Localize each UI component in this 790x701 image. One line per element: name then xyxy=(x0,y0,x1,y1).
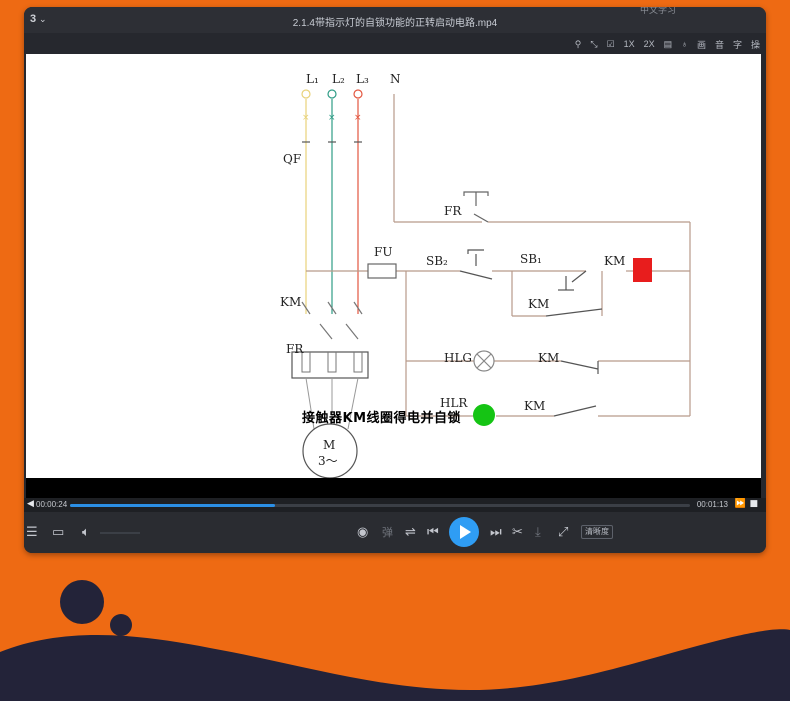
current-time: 00:00:24 xyxy=(36,500,68,509)
play-small-icon[interactable]: ◀ xyxy=(27,499,34,509)
svg-text:×: × xyxy=(328,113,336,123)
volume-icon[interactable]: 🔈︎ xyxy=(82,526,90,539)
download-icon[interactable]: ⤓ xyxy=(535,526,541,539)
prev-icon[interactable]: ⏮︎ xyxy=(427,526,439,539)
label-fr-contact: FR xyxy=(444,204,462,218)
label-l2: L₂ xyxy=(332,72,345,86)
km-coil xyxy=(633,258,652,282)
label-km-main: KM xyxy=(280,295,302,309)
audio-button[interactable]: 音 xyxy=(715,38,724,51)
subtitle-button[interactable]: 字 xyxy=(733,38,742,51)
svg-text:×: × xyxy=(354,113,362,123)
label-l3: L₃ xyxy=(356,72,369,86)
danmaku-button[interactable]: 弹 xyxy=(382,526,393,539)
total-time: 00:01:13 xyxy=(696,500,728,509)
operate-button[interactable]: 操 xyxy=(751,38,760,51)
watermark-text: 中文学习 xyxy=(639,7,676,16)
stop-icon[interactable]: ■ xyxy=(749,499,758,509)
progress-row: ◀ 00:00:24 00:01:13 ⏩ ■ xyxy=(24,498,766,512)
label-l1: L₁ xyxy=(306,72,319,86)
video-subtitle: 接触器KM线圈得电并自锁 xyxy=(302,411,462,426)
svg-text:×: × xyxy=(302,113,310,123)
label-fu: FU xyxy=(374,245,393,259)
quality-button[interactable]: 清晰度 xyxy=(581,525,613,539)
mini-window-icon[interactable]: ▤ xyxy=(664,39,673,50)
next-icon[interactable]: ⏭︎ xyxy=(490,526,502,539)
video-frame[interactable]: × × × L₁ L₂ L₃ N QF FR FU SB₂ SB₁ KM KM … xyxy=(26,54,761,478)
play-button[interactable] xyxy=(449,517,479,547)
label-hlg: HLG xyxy=(444,351,473,365)
eye-icon[interactable]: ◉ xyxy=(357,526,368,539)
fullscreen-icon[interactable]: ⤡ xyxy=(590,39,597,50)
label-qf: QF xyxy=(283,152,302,166)
fast-forward-icon[interactable]: ⏩ xyxy=(735,499,746,509)
label-km-hlg: KM xyxy=(538,351,560,365)
label-km-hlr: KM xyxy=(524,399,546,413)
progress-fill xyxy=(70,504,275,507)
label-km-self: KM xyxy=(528,297,550,311)
speed-2x-button[interactable]: 2X xyxy=(644,39,655,49)
video-player-window: 3 ⌄ 2.1.4带指示灯的自锁功能的正转启动电路.mp4 中文学习 ⚲ ⤡ ☑… xyxy=(24,7,766,553)
playlist-icon[interactable]: ☰ xyxy=(26,526,38,539)
expand-icon[interactable]: ⤢ xyxy=(558,526,568,539)
window-title: 2.1.4带指示灯的自锁功能的正转启动电路.mp4 xyxy=(292,18,498,29)
label-motor-phase: 3～ xyxy=(318,454,338,468)
top-toolbar: ⚲ ⤡ ☑ 1X 2X ▤ ♁ 画 音 字 操 xyxy=(566,33,760,55)
screenshot-icon[interactable]: ☑ xyxy=(607,39,615,50)
label-n: N xyxy=(390,72,401,86)
title-bar: 3 ⌄ 2.1.4带指示灯的自锁功能的正转启动电路.mp4 中文学习 xyxy=(24,7,766,33)
progress-bar[interactable] xyxy=(70,504,690,507)
volume-slider[interactable] xyxy=(100,532,140,534)
label-motor-m: M xyxy=(323,438,336,452)
scissors-icon[interactable]: ✂ xyxy=(512,526,523,539)
label-sb1: SB₁ xyxy=(520,252,542,266)
picture-button[interactable]: 画 xyxy=(697,38,706,51)
lightbulb-icon[interactable]: ♁ xyxy=(681,39,688,49)
video-letterbox xyxy=(26,478,761,498)
label-km-coil: KM xyxy=(604,254,626,268)
label-sb2: SB₂ xyxy=(426,254,448,268)
label-fr-relay: FR xyxy=(286,342,304,356)
folder-icon[interactable]: ▭ xyxy=(52,526,64,539)
hlr-lamp xyxy=(473,404,495,426)
pin-icon[interactable]: ⚲ xyxy=(575,39,582,50)
equalizer-icon[interactable]: ⇌ xyxy=(405,526,416,539)
control-bar: ☰ ▭ 🔈︎ ◉ 弹 ⇌ ⏮︎ ⏭︎ ✂ ⤓ ⤢ 清晰度 xyxy=(24,512,766,553)
speed-1x-button[interactable]: 1X xyxy=(624,39,635,49)
play-icon xyxy=(460,525,471,539)
